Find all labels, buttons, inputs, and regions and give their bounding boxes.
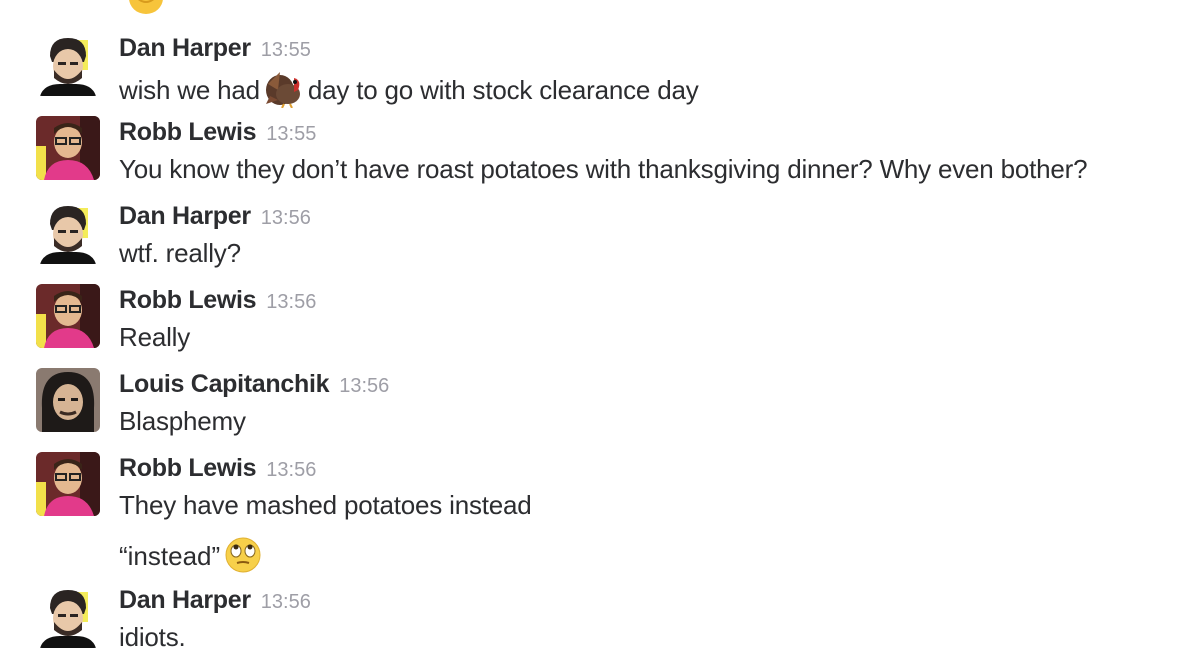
turkey-icon: [264, 70, 304, 115]
message-text: Really: [119, 322, 191, 352]
message-followup: “instead”: [119, 536, 266, 581]
message-author[interactable]: Robb Lewis 13:56: [119, 454, 316, 483]
message-author[interactable]: Dan Harper 13:55: [119, 34, 311, 63]
message-author[interactable]: Robb Lewis 13:56: [119, 286, 316, 315]
avatar[interactable]: [36, 584, 100, 648]
message-author[interactable]: Dan Harper 13:56: [119, 202, 311, 231]
message-text: idiots.: [119, 622, 186, 652]
message-timestamp[interactable]: 13:56: [266, 459, 316, 481]
message-timestamp[interactable]: 13:56: [266, 291, 316, 313]
message-timestamp[interactable]: 13:55: [266, 123, 316, 145]
message-timestamp[interactable]: 13:56: [261, 207, 311, 229]
eye-roll-icon: [224, 536, 262, 581]
avatar[interactable]: [36, 452, 100, 516]
message-text: Blasphemy: [119, 406, 246, 436]
message-author[interactable]: Dan Harper 13:56: [119, 586, 311, 615]
message-text: wish we had day to go with stock clearan…: [119, 70, 699, 115]
message-timestamp[interactable]: 13:56: [339, 375, 389, 397]
message-text: You know they don’t have roast potatoes …: [119, 154, 1088, 184]
message-author[interactable]: Louis Capitanchik 13:56: [119, 370, 389, 399]
message-author[interactable]: Robb Lewis 13:55: [119, 118, 316, 147]
message-timestamp[interactable]: 13:55: [261, 39, 311, 61]
message-text: wtf. really?: [119, 238, 241, 268]
avatar[interactable]: [36, 368, 100, 432]
avatar[interactable]: [36, 284, 100, 348]
thumbs-up-icon: [126, 0, 166, 23]
avatar[interactable]: [36, 200, 100, 264]
message-timestamp[interactable]: 13:56: [261, 591, 311, 613]
avatar[interactable]: [36, 116, 100, 180]
message-feed: Dan Harper 13:55 wish we had day to go wi…: [0, 0, 1200, 664]
message-text: They have mashed potatoes instead: [119, 490, 532, 520]
avatar[interactable]: [36, 32, 100, 96]
